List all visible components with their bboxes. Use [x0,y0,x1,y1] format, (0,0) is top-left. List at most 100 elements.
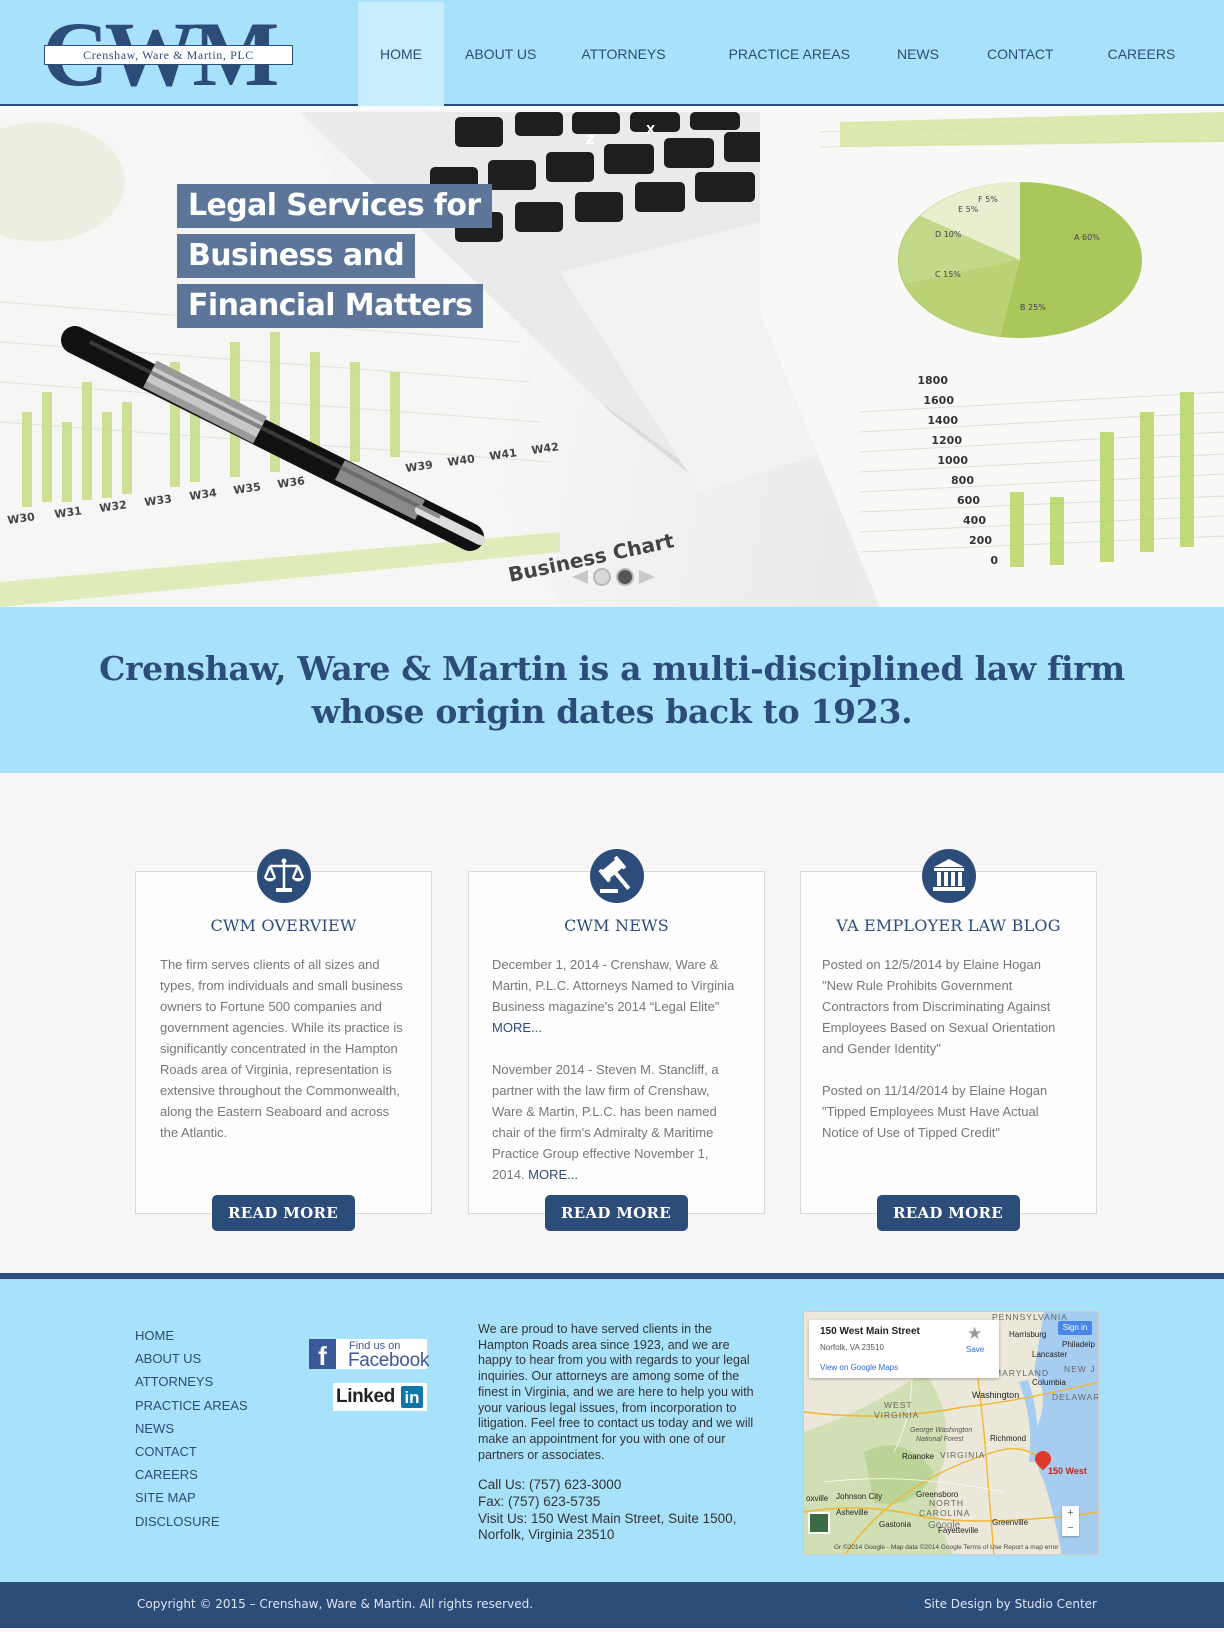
svg-text:C 15%: C 15% [935,270,961,279]
footer-link-contact[interactable]: CONTACT [135,1443,248,1466]
card-news-body: December 1, 2014 - Crenshaw, Ware & Mart… [492,954,742,1206]
card-news: CWM NEWS December 1, 2014 - Crenshaw, Wa… [468,849,765,1231]
zoom-in-button[interactable]: + [1062,1506,1079,1521]
svg-text:X: X [646,123,656,137]
satellite-toggle-icon[interactable] [808,1512,830,1534]
main-nav: HOME ABOUT US ATTORNEYS PRACTICE AREAS N… [358,2,1197,106]
footer-contact: Call Us: (757) 623-3000 Fax: (757) 623-5… [478,1477,766,1544]
map-save-link[interactable]: Save [966,1345,984,1354]
logo-firm-name: Crenshaw, Ware & Martin, PLC [44,45,293,65]
footer-link-home[interactable]: HOME [135,1327,248,1350]
svg-text:1800: 1800 [917,374,948,387]
svg-text:F 5%: F 5% [978,195,998,204]
news-item: November 2014 - Steven M. Stancliff, a p… [492,1062,719,1182]
map-place-title: 150 West Main Street [820,1326,920,1337]
footer-address-line-1: Visit Us: 150 West Main Street, Suite 15… [478,1510,737,1526]
slider-dot-2[interactable] [616,568,634,586]
svg-text:Z: Z [586,133,595,147]
svg-text:800: 800 [951,474,974,487]
tagline: Crenshaw, Ware & Martin is a multi-disci… [99,649,1125,731]
slider-controls [572,568,655,586]
nav-careers[interactable]: CAREERS [1076,2,1198,106]
footer-link-attorneys[interactable]: ATTORNEYS [135,1373,248,1396]
nav-about-us[interactable]: ABOUT US [444,2,558,106]
svg-text:B 25%: B 25% [1020,303,1046,312]
map-attribution: Gr ©2014 Google - Map data ©2014 Google … [834,1544,1059,1551]
tagline-band: Crenshaw, Ware & Martin is a multi-disci… [0,607,1224,773]
overview-read-more-button[interactable]: READ MORE [211,1195,355,1231]
nav-attorneys[interactable]: ATTORNEYS [558,2,687,106]
svg-text:1600: 1600 [923,394,954,407]
blog-post[interactable]: Posted on 11/14/2014 by Elaine Hogan "Tip… [822,1080,1074,1143]
hero-headline: Legal Services for Business and Financia… [177,184,492,334]
linkedin-icon: in [401,1386,423,1408]
blog-post[interactable]: Posted on 12/5/2014 by Elaine Hogan "New … [822,954,1074,1059]
hero-line-1: Legal Services for [177,184,492,228]
news-more-link[interactable]: MORE... [492,1020,542,1035]
svg-text:D 10%: D 10% [935,230,962,239]
blog-read-more-button[interactable]: READ MORE [876,1195,1020,1231]
card-overview-body: The firm serves clients of all sizes and… [160,954,410,1164]
svg-text:W42: W42 [531,440,560,457]
map-pin-label: 150 West [1048,1466,1087,1476]
footer-link-careers[interactable]: CAREERS [135,1466,248,1489]
google-map[interactable]: PENNSYLVANIA Harrisburg Philadelp Lancas… [803,1311,1099,1555]
card-blog-title: VA EMPLOYER LAW BLOG [836,916,1061,935]
news-item: December 1, 2014 - Crenshaw, Ware & Mart… [492,957,735,1035]
svg-text:200: 200 [969,534,992,547]
slider-next-arrow-icon[interactable] [639,570,655,584]
courthouse-icon [921,849,976,903]
map-zoom-control: + − [1062,1506,1079,1536]
facebook-icon: f [309,1339,336,1371]
nav-news[interactable]: NEWS [872,2,961,106]
footer-link-practice-areas[interactable]: PRACTICE AREAS [135,1397,248,1420]
firm-logo[interactable]: CWM Crenshaw, Ware & Martin, PLC [42,8,294,100]
site-footer: HOME ABOUT US ATTORNEYS PRACTICE AREAS N… [0,1273,1224,1582]
svg-text:W41: W41 [489,446,518,463]
star-icon[interactable]: ★ [967,1324,982,1344]
footer-link-about-us[interactable]: ABOUT US [135,1350,248,1373]
footer-phone[interactable]: Call Us: (757) 623-3000 [478,1477,766,1494]
map-place-card: 150 West Main Street Norfolk, VA 23510 V… [809,1320,999,1378]
hero-slider: W30 W31 W32 W33 W34 W35 W36 W39 W40 W41 … [0,112,1224,607]
hero-pie [898,182,1142,338]
feature-cards: CWM OVERVIEW The firm serves clients of … [0,773,1224,1273]
site-header: CWM Crenshaw, Ware & Martin, PLC HOME AB… [0,0,1224,110]
card-blog: VA EMPLOYER LAW BLOG Posted on 12/5/2014… [800,849,1097,1231]
news-read-more-button[interactable]: READ MORE [544,1195,688,1231]
svg-text:A 60%: A 60% [1074,233,1100,242]
svg-text:1000: 1000 [937,454,968,467]
svg-text:400: 400 [963,514,986,527]
card-overview: CWM OVERVIEW The firm serves clients of … [135,849,432,1231]
nav-contact[interactable]: CONTACT [961,2,1076,106]
design-credit-link[interactable]: Site Design by Studio Center [924,1597,1097,1611]
view-on-google-maps-link[interactable]: View on Google Maps [820,1363,898,1372]
svg-text:0: 0 [990,554,998,567]
news-more-link[interactable]: MORE... [528,1167,578,1182]
footer-about-text: We are proud to have served clients in t… [478,1322,754,1462]
footer-fax: Fax: (757) 623-5735 [478,1493,601,1509]
card-blog-body: Posted on 12/5/2014 by Elaine Hogan "New … [822,954,1074,1164]
card-news-title: CWM NEWS [564,916,669,935]
slider-dot-1[interactable] [593,568,611,586]
scales-of-justice-icon [256,849,311,903]
footer-link-site-map[interactable]: SITE MAP [135,1489,248,1512]
hero-line-2: Business and [177,234,416,278]
map-place-address: Norfolk, VA 23510 [820,1343,884,1352]
card-overview-title: CWM OVERVIEW [210,916,357,935]
zoom-out-button[interactable]: − [1062,1521,1079,1536]
gavel-icon [589,849,644,903]
facebook-badge[interactable]: f Find us on Facebook [309,1339,429,1371]
slider-prev-arrow-icon[interactable] [572,570,588,584]
nav-practice-areas[interactable]: PRACTICE AREAS [688,2,872,106]
svg-text:1200: 1200 [931,434,962,447]
nav-home[interactable]: HOME [358,2,444,106]
footer-link-disclosure[interactable]: DISCLOSURE [135,1513,248,1536]
card-overview-text: The firm serves clients of all sizes and… [160,957,403,1140]
linkedin-badge[interactable]: Linked in [333,1383,427,1411]
svg-text:600: 600 [957,494,980,507]
svg-text:1400: 1400 [927,414,958,427]
footer-nav: HOME ABOUT US ATTORNEYS PRACTICE AREAS N… [135,1327,248,1536]
footer-link-news[interactable]: NEWS [135,1420,248,1443]
map-sign-in-button[interactable]: Sign in [1058,1321,1092,1335]
